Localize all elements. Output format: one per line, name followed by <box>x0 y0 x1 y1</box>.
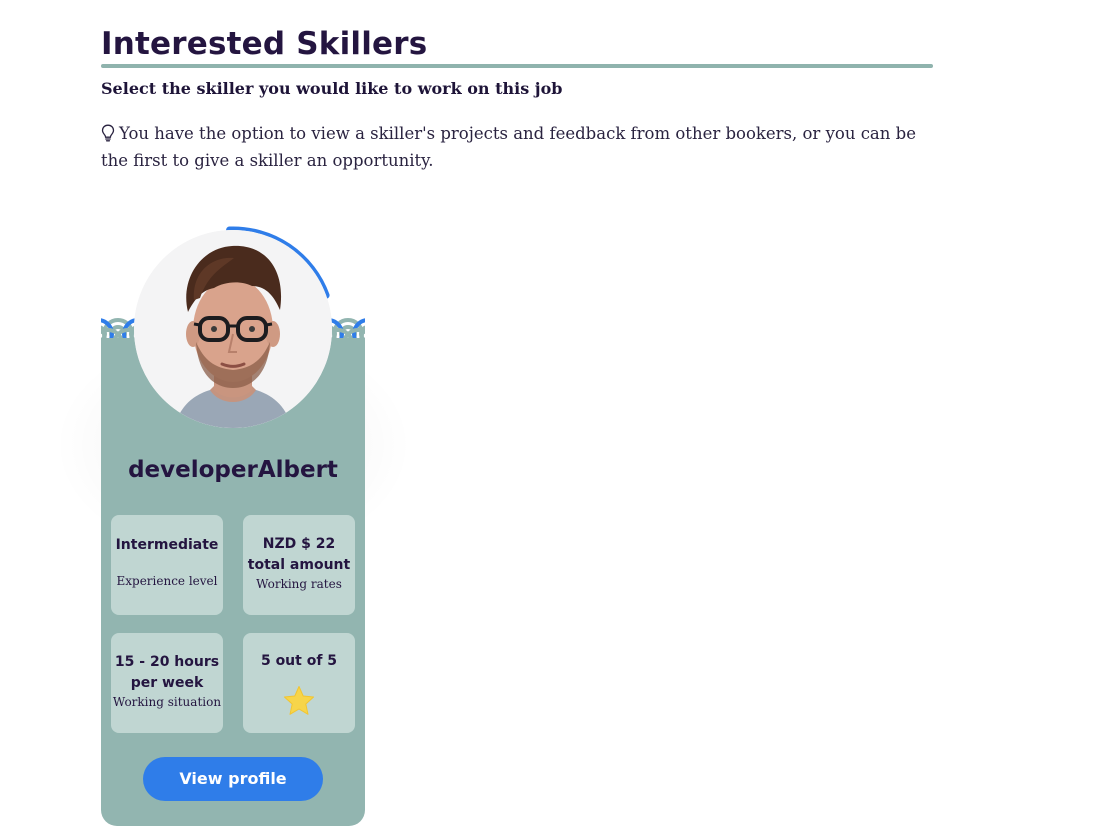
working-hours-value: 15 - 20 hours <box>114 654 220 670</box>
working-rate-box: NZD $ 22 total amount Working rates <box>243 515 355 615</box>
working-situation-caption: Working situation <box>112 695 222 709</box>
experience-level-caption: Experience level <box>116 574 218 588</box>
rating-value: 5 out of 5 <box>260 653 338 669</box>
avatar-container <box>126 222 340 436</box>
skiller-username: developerAlbert <box>128 457 338 483</box>
view-profile-button[interactable]: View profile <box>143 757 323 801</box>
experience-level-box: Intermediate Experience level <box>111 515 223 615</box>
avatar[interactable] <box>134 230 332 428</box>
tip-text: You have the option to view a skiller's … <box>101 124 916 170</box>
page-subtitle: Select the skiller you would like to wor… <box>101 79 563 98</box>
experience-level-value: Intermediate <box>115 537 219 553</box>
rating-box: 5 out of 5 <box>243 633 355 733</box>
page-title: Interested Skillers <box>101 26 428 62</box>
avatar-portrait <box>134 230 332 428</box>
working-rate-unit: total amount <box>247 557 351 573</box>
lightbulb-icon <box>101 123 115 142</box>
star-icon <box>283 686 315 715</box>
working-hours-period: per week <box>130 675 204 691</box>
title-underline <box>101 64 933 68</box>
working-situation-box: 15 - 20 hours per week Working situation <box>111 633 223 733</box>
working-rate-amount: NZD $ 22 <box>262 536 336 552</box>
tip-message: You have the option to view a skiller's … <box>101 120 931 174</box>
working-rate-caption: Working rates <box>256 577 342 591</box>
